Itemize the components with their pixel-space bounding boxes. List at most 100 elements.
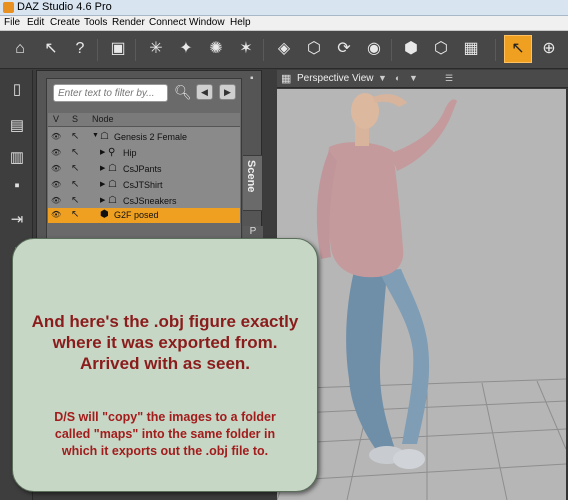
tree-row-csjtshirt[interactable]: 👁︎ ↖ ▶ ☖ CsJTShirt [48, 178, 240, 193]
chevron-down-icon[interactable]: ▼ [378, 73, 387, 83]
annotation-callout: And here's the .obj figure exactly where… [12, 238, 318, 492]
figure-torso [326, 142, 404, 278]
column-selectable[interactable]: S [72, 114, 78, 124]
eye-icon[interactable]: 👁︎ [51, 196, 63, 205]
viewport-grid-icon[interactable]: ▦ [281, 72, 293, 85]
cube-select-icon[interactable]: ⬢ [399, 37, 423, 61]
tab-scene-label: Scene [245, 160, 257, 193]
camera-icon[interactable]: ▣ [106, 37, 130, 61]
menu-tools[interactable]: Tools [84, 17, 107, 28]
menu-connect[interactable]: Connect [149, 17, 186, 28]
tab-scene[interactable]: Scene [243, 155, 263, 211]
tree-row-hip[interactable]: 👁︎ ↖ ▶ ⚲ Hip [48, 146, 240, 161]
viewport-title[interactable]: Perspective View [297, 73, 374, 84]
collapse-arrow-icon[interactable]: ▼ [92, 132, 99, 139]
eye-icon[interactable]: 👁︎ [51, 164, 63, 173]
pointer-icon[interactable]: ↖ [71, 163, 83, 174]
pointer-icon[interactable]: ↖ [71, 209, 83, 220]
viewport-bar: ▦ Perspective View ▼ ◐ ▼ ☰ [277, 70, 568, 88]
rotate-icon[interactable]: ⟳ [332, 37, 356, 61]
tree-row-g2f-posed[interactable]: 👁︎ ↖ ⬢ G2F posed [48, 208, 240, 223]
bone-icon: ⚲ [108, 147, 116, 158]
menu-lines-icon[interactable]: ☰ [445, 73, 453, 84]
figure-icon: ☖ [108, 195, 117, 206]
open-file-icon[interactable]: ▤ [7, 116, 27, 136]
light-bulb-icon[interactable]: ✺ [204, 37, 228, 61]
node-icon[interactable]: ◉ [362, 37, 386, 61]
expand-arrow-icon[interactable]: ▶ [100, 196, 105, 204]
tree-node-label: CsJPants [123, 164, 162, 174]
eye-icon[interactable]: 👁︎ [51, 148, 63, 157]
menu-render[interactable]: Render [112, 17, 145, 28]
callout-main-text: And here's the .obj figure exactly where… [15, 311, 315, 374]
import-icon[interactable]: ⇥ [7, 210, 27, 230]
cube-grid-icon[interactable]: ▦ [459, 37, 483, 61]
help-icon[interactable]: ? [68, 37, 92, 61]
filter-input[interactable] [53, 84, 168, 102]
light-wand-icon[interactable]: ✳ [144, 37, 168, 61]
expand-arrow-icon[interactable]: ▶ [100, 180, 105, 188]
callout-sub-text: D/S will "copy" the images to a folder c… [15, 409, 315, 460]
merge-file-icon[interactable]: ▥ [7, 148, 27, 168]
viewport-scene [277, 93, 566, 500]
figure-shoe-right [393, 449, 425, 469]
panel-close-icon[interactable]: ▪ [250, 73, 262, 85]
figure-leg-left [346, 267, 395, 451]
callout-main-line-2: where it was exported from. [52, 333, 278, 352]
callout-main-line-1: And here's the .obj figure exactly [31, 312, 299, 331]
column-visibility[interactable]: V [53, 114, 59, 124]
forward-button[interactable]: ▶ [219, 84, 236, 100]
chevron-down-icon[interactable]: ▼ [409, 73, 418, 83]
expand-arrow-icon[interactable]: ▶ [100, 148, 105, 156]
tree-node-label: CsJSneakers [123, 196, 177, 206]
figure-icon: ☖ [108, 179, 117, 190]
new-file-icon[interactable]: ▯ [7, 80, 27, 100]
menu-edit[interactable]: Edit [27, 17, 44, 28]
pointer-help-icon[interactable]: ↖ [39, 37, 63, 61]
menu-window[interactable]: Window [189, 17, 225, 28]
callout-sub-line-2: called "maps" into the same folder in [54, 427, 276, 441]
obj-cube-icon: ⬢ [100, 209, 109, 220]
universal-tool-icon[interactable]: ⊕ [537, 37, 561, 61]
eye-icon[interactable]: 👁︎ [51, 132, 63, 141]
menu-help[interactable]: Help [230, 17, 251, 28]
menu-file[interactable]: File [4, 17, 20, 28]
expand-arrow-icon[interactable]: ▶ [100, 164, 105, 172]
eye-icon[interactable]: 👁︎ [51, 210, 63, 219]
toolbar-separator [97, 39, 98, 61]
pointer-icon[interactable]: ↖ [71, 195, 83, 206]
menu-create[interactable]: Create [50, 17, 80, 28]
pointer-icon[interactable]: ↖ [71, 179, 83, 190]
back-button[interactable]: ◀ [196, 84, 213, 100]
cube-cursor-icon[interactable]: ⬡ [429, 37, 453, 61]
select-tool-icon[interactable]: ↖ [504, 35, 532, 63]
tree-node-label: Genesis 2 Female [114, 132, 188, 142]
main-toolbar: ⌂ ↖ ? ▣ ✳ ✦ ✺ ✶ ◈ ⬡ ⟳ ◉ ⬢ ⬡ ▦ ↖ ⊕ [0, 31, 568, 69]
menu-bar: File Edit Create Tools Render Connect Wi… [0, 16, 568, 31]
pointer-icon[interactable]: ↖ [71, 131, 83, 142]
spot-light-icon[interactable]: ✦ [174, 37, 198, 61]
light-rays-icon[interactable]: ✶ [234, 37, 258, 61]
figure-icon: ☖ [108, 163, 117, 174]
app-icon [3, 2, 14, 13]
column-node[interactable]: Node [92, 114, 114, 124]
tab-p-label: P [249, 226, 257, 237]
figure-icon: ☖ [100, 131, 109, 142]
figure-leg-right [379, 269, 430, 444]
tree-row-csjsneakers[interactable]: 👁︎ ↖ ▶ ☖ CsJSneakers [48, 194, 240, 209]
eye-icon[interactable]: 👁︎ [51, 180, 63, 189]
callout-sub-line-1: D/S will "copy" the images to a folder [54, 410, 276, 424]
toolbar-separator [391, 39, 392, 61]
draw-style-icon[interactable]: ◐ [395, 73, 400, 83]
search-icon[interactable]: 🔍︎ [174, 84, 192, 100]
primitive-cube-icon[interactable]: ◈ [272, 37, 296, 61]
tree-row-csjpants[interactable]: 👁︎ ↖ ▶ ☖ CsJPants [48, 162, 240, 177]
perspective-viewport[interactable] [277, 89, 566, 500]
home-icon[interactable]: ⌂ [8, 37, 32, 61]
scene-tree-header: V S Node [48, 113, 240, 127]
save-icon[interactable]: ▪ [7, 176, 27, 196]
cube-outline-icon[interactable]: ⬡ [302, 37, 326, 61]
pointer-icon[interactable]: ↖ [71, 147, 83, 158]
tree-row-genesis[interactable]: 👁︎ ↖ ▼ ☖ Genesis 2 Female [48, 130, 240, 145]
callout-sub-line-3: which it exports out the .obj file to. [61, 444, 269, 458]
